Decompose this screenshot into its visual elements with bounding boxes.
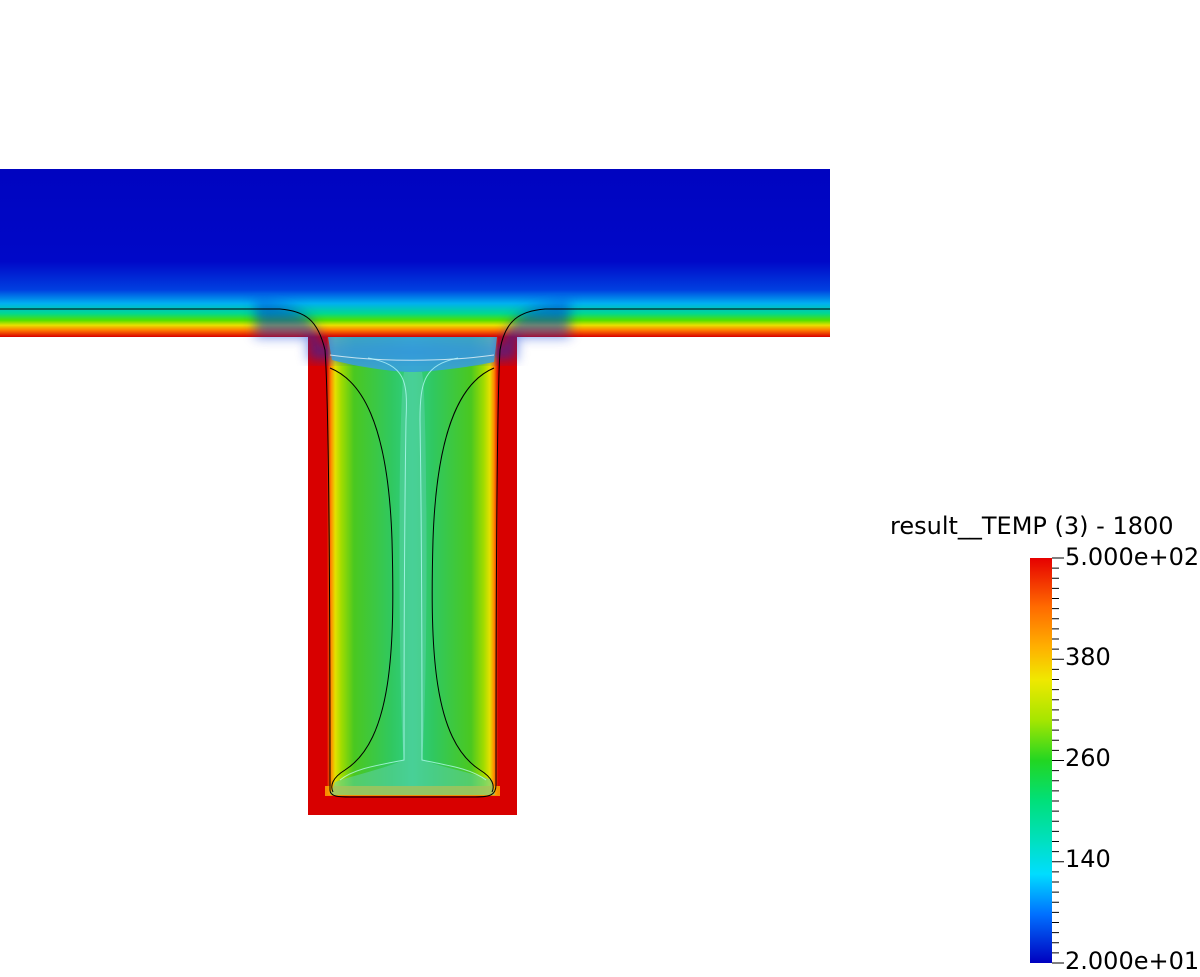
visualization-viewport[interactable]: result__TEMP (3) - 1800 5.000e+02 380 26… xyxy=(0,0,1200,973)
colorbar xyxy=(1030,557,1064,964)
colorbar-gradient xyxy=(1030,558,1052,963)
colorbar-tick-label-380: 380 xyxy=(1065,643,1111,671)
stem-bottom-wall xyxy=(308,795,517,815)
colorbar-tick-label-260: 260 xyxy=(1065,744,1111,772)
colorbar-min-label: 2.000e+01 xyxy=(1065,947,1200,975)
horizontal-slab xyxy=(0,169,830,337)
colorbar-ticks xyxy=(1052,557,1064,964)
legend-title: result__TEMP (3) - 1800 xyxy=(890,512,1174,540)
colorbar-tick-label-140: 140 xyxy=(1065,845,1111,873)
colorbar-max-label: 5.000e+02 xyxy=(1065,543,1200,571)
temperature-field-plot xyxy=(0,169,1064,964)
